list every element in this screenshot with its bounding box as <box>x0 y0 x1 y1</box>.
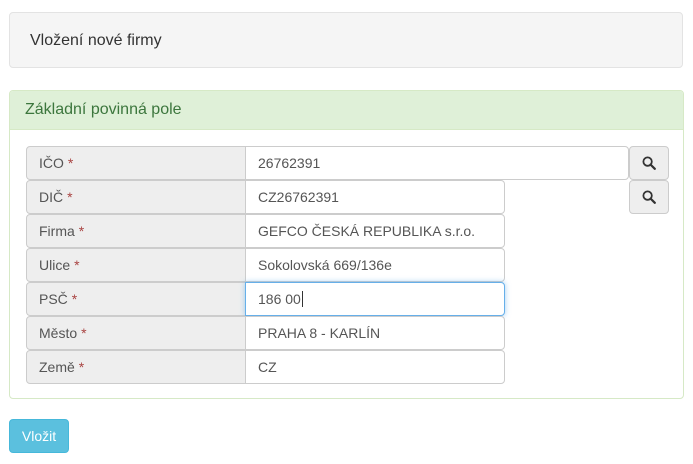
required-fields-panel: Základní povinná pole IČO * 26762391 DIČ *… <box>9 90 684 399</box>
required-marker: * <box>81 325 87 341</box>
firma-input[interactable]: GEFCO ČESKÁ REPUBLIKA s.r.o. <box>245 214 505 248</box>
ulice-input[interactable]: Sokolovská 669/136e <box>245 248 505 282</box>
panel-heading: Základní povinná pole <box>10 91 683 130</box>
field-label-ico: IČO * <box>26 146 246 180</box>
psc-input-value: 186 00 <box>258 291 301 307</box>
required-marker: * <box>67 155 74 171</box>
search-icon <box>642 156 656 170</box>
psc-input[interactable]: 186 00 <box>245 282 505 316</box>
ico-input[interactable]: 26762391 <box>245 146 629 180</box>
ico-search-button[interactable] <box>629 146 669 180</box>
field-label-firma: Firma * <box>26 214 246 248</box>
search-icon <box>642 190 656 204</box>
dic-search-button[interactable] <box>629 180 669 214</box>
field-label-psc: PSČ * <box>26 282 246 316</box>
field-label-mesto: Město * <box>26 316 246 350</box>
submit-button[interactable]: Vložit <box>9 419 69 453</box>
required-marker: * <box>67 189 73 205</box>
page-header-panel: Vložení nové firmy <box>9 12 683 68</box>
required-marker: * <box>78 359 85 375</box>
text-cursor <box>301 291 303 307</box>
mesto-input[interactable]: PRAHA 8 - KARLÍN <box>245 316 505 350</box>
page-title: Vložení nové firmy <box>30 32 162 49</box>
zeme-input[interactable]: CZ <box>245 350 505 384</box>
field-label-dic: DIČ * <box>26 180 246 214</box>
required-marker: * <box>71 291 78 307</box>
field-label-ulice: Ulice * <box>26 248 246 282</box>
dic-input[interactable]: CZ26762391 <box>245 180 505 214</box>
field-label-zeme: Země * <box>26 350 246 384</box>
required-marker: * <box>78 223 85 239</box>
required-marker: * <box>74 257 80 273</box>
